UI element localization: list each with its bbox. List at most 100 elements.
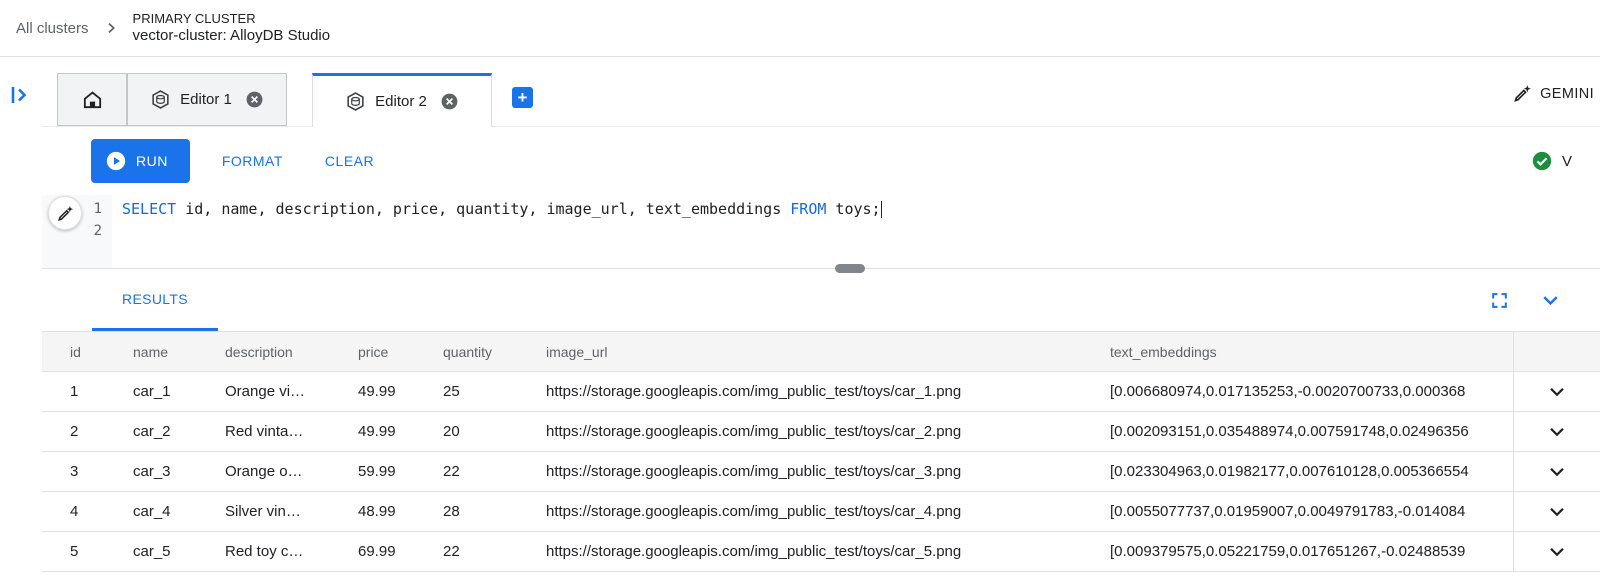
sql-keyword: SELECT <box>122 200 176 218</box>
cell-quantity: 20 <box>443 412 546 452</box>
cell-image-url: https://storage.googleapis.com/img_publi… <box>546 492 1110 532</box>
format-button[interactable]: FORMAT <box>206 153 299 169</box>
text-cursor <box>881 201 883 218</box>
cell-image-url: https://storage.googleapis.com/img_publi… <box>546 452 1110 492</box>
cell-id: 5 <box>42 532 133 572</box>
close-tab-1-icon[interactable] <box>245 90 264 109</box>
panel-resize-handle[interactable] <box>835 264 865 273</box>
results-panel: RESULTS <box>42 268 1600 585</box>
sql-keyword: FROM <box>790 200 826 218</box>
table-header-row: id name description price quantity image… <box>42 332 1600 372</box>
run-button[interactable]: RUN <box>91 139 190 183</box>
cell-price: 49.99 <box>358 412 443 452</box>
query-toolbar: RUN FORMAT CLEAR V <box>42 127 1600 195</box>
cell-name: car_1 <box>133 372 225 412</box>
sql-editor: 1 2 SELECT id, name, description, price,… <box>42 195 1600 268</box>
valid-status-text: V <box>1562 153 1572 170</box>
cell-name: car_3 <box>133 452 225 492</box>
database-hexagon-icon <box>345 91 366 112</box>
pen-spark-icon <box>1512 83 1533 104</box>
expand-row-chevron-icon[interactable] <box>1546 501 1568 523</box>
cell-name: car_4 <box>133 492 225 532</box>
cell-description: Orange o… <box>225 452 358 492</box>
column-header-quantity: quantity <box>443 332 546 372</box>
clear-button[interactable]: CLEAR <box>309 153 390 169</box>
alloydb-studio-page: All clusters PRIMARY CLUSTER vector-clus… <box>0 0 1600 585</box>
expand-row-chevron-icon[interactable] <box>1546 541 1568 563</box>
cell-name: car_2 <box>133 412 225 452</box>
cell-price: 49.99 <box>358 372 443 412</box>
open-panel-icon[interactable] <box>9 83 33 107</box>
column-header-expander <box>1513 332 1600 372</box>
gemini-button[interactable]: GEMINI ▾ <box>1512 83 1600 104</box>
breadcrumb: All clusters PRIMARY CLUSTER vector-clus… <box>0 0 1600 57</box>
table-row: 2 car_2 Red vinta… 49.99 20 https://stor… <box>42 412 1600 452</box>
sql-line-1: SELECT id, name, description, price, qua… <box>122 198 1600 220</box>
gemini-label: GEMINI <box>1540 86 1594 102</box>
play-circle-icon <box>105 150 127 172</box>
expand-row-chevron-icon[interactable] <box>1546 381 1568 403</box>
close-tab-2-icon[interactable] <box>440 92 459 111</box>
breadcrumb-all-clusters-link[interactable]: All clusters <box>16 20 89 37</box>
check-circle-icon <box>1531 150 1553 172</box>
cell-image-url: https://storage.googleapis.com/img_publi… <box>546 532 1110 572</box>
tab-results[interactable]: RESULTS <box>92 269 218 331</box>
column-header-price: price <box>358 332 443 372</box>
cell-quantity: 22 <box>443 532 546 572</box>
expand-row-chevron-icon[interactable] <box>1546 421 1568 443</box>
cell-description: Red toy c… <box>225 532 358 572</box>
cell-quantity: 25 <box>443 372 546 412</box>
cell-id: 2 <box>42 412 133 452</box>
cell-description: Red vinta… <box>225 412 358 452</box>
sql-code-area[interactable]: SELECT id, name, description, price, qua… <box>122 195 1600 220</box>
tab-editor-2[interactable]: Editor 2 <box>312 73 492 127</box>
cell-quantity: 28 <box>443 492 546 532</box>
cell-description: Silver vin… <box>225 492 358 532</box>
column-header-text-embeddings: text_embeddings <box>1110 332 1513 372</box>
gemini-edit-button[interactable] <box>48 196 82 230</box>
cell-text-embeddings: [0.006680974,0.017135253,-0.0020700733,0… <box>1110 372 1513 412</box>
tab-editor-1-label: Editor 1 <box>180 91 232 108</box>
cluster-heading: PRIMARY CLUSTER vector-cluster: AlloyDB … <box>133 11 331 46</box>
column-header-image-url: image_url <box>546 332 1110 372</box>
cell-image-url: https://storage.googleapis.com/img_publi… <box>546 412 1110 452</box>
sql-table: toys; <box>826 200 880 218</box>
fullscreen-icon[interactable] <box>1490 291 1509 310</box>
sql-columns: id, name, description, price, quantity, … <box>176 200 790 218</box>
results-header: RESULTS <box>42 269 1600 331</box>
cell-price: 48.99 <box>358 492 443 532</box>
tab-home[interactable] <box>57 73 127 126</box>
cell-description: Orange vi… <box>225 372 358 412</box>
tab-editor-2-label: Editor 2 <box>375 93 427 110</box>
cell-id: 4 <box>42 492 133 532</box>
cell-price: 59.99 <box>358 452 443 492</box>
cell-text-embeddings: [0.0055077737,0.01959007,0.0049791783,-0… <box>1110 492 1513 532</box>
breadcrumb-chevron-icon <box>103 20 119 36</box>
tab-editor-1[interactable]: Editor 1 <box>127 73 287 126</box>
add-editor-tab-button[interactable]: + <box>512 87 533 108</box>
column-header-id: id <box>42 332 133 372</box>
cell-id: 1 <box>42 372 133 412</box>
pen-spark-icon <box>56 204 75 223</box>
results-table: id name description price quantity image… <box>42 331 1600 572</box>
cell-image-url: https://storage.googleapis.com/img_publi… <box>546 372 1110 412</box>
cell-id: 3 <box>42 452 133 492</box>
expand-row-chevron-icon[interactable] <box>1546 461 1568 483</box>
query-valid-status: V <box>1531 150 1572 172</box>
run-button-label: RUN <box>136 153 168 169</box>
column-header-description: description <box>225 332 358 372</box>
cell-text-embeddings: [0.002093151,0.035488974,0.007591748,0.0… <box>1110 412 1513 452</box>
table-row: 3 car_3 Orange o… 59.99 22 https://stora… <box>42 452 1600 492</box>
cell-quantity: 22 <box>443 452 546 492</box>
editor-tabbar: Editor 1 Editor 2 + <box>42 57 1600 127</box>
page-title: vector-cluster: AlloyDB Studio <box>133 27 331 46</box>
left-rail <box>0 57 42 585</box>
home-icon <box>81 88 104 111</box>
table-row: 5 car_5 Red toy c… 69.99 22 https://stor… <box>42 532 1600 572</box>
cell-price: 69.99 <box>358 532 443 572</box>
table-row: 1 car_1 Orange vi… 49.99 25 https://stor… <box>42 372 1600 412</box>
cell-text-embeddings: [0.023304963,0.01982177,0.007610128,0.00… <box>1110 452 1513 492</box>
database-hexagon-icon <box>150 89 171 110</box>
collapse-results-chevron-icon[interactable] <box>1539 289 1562 312</box>
column-header-name: name <box>133 332 225 372</box>
